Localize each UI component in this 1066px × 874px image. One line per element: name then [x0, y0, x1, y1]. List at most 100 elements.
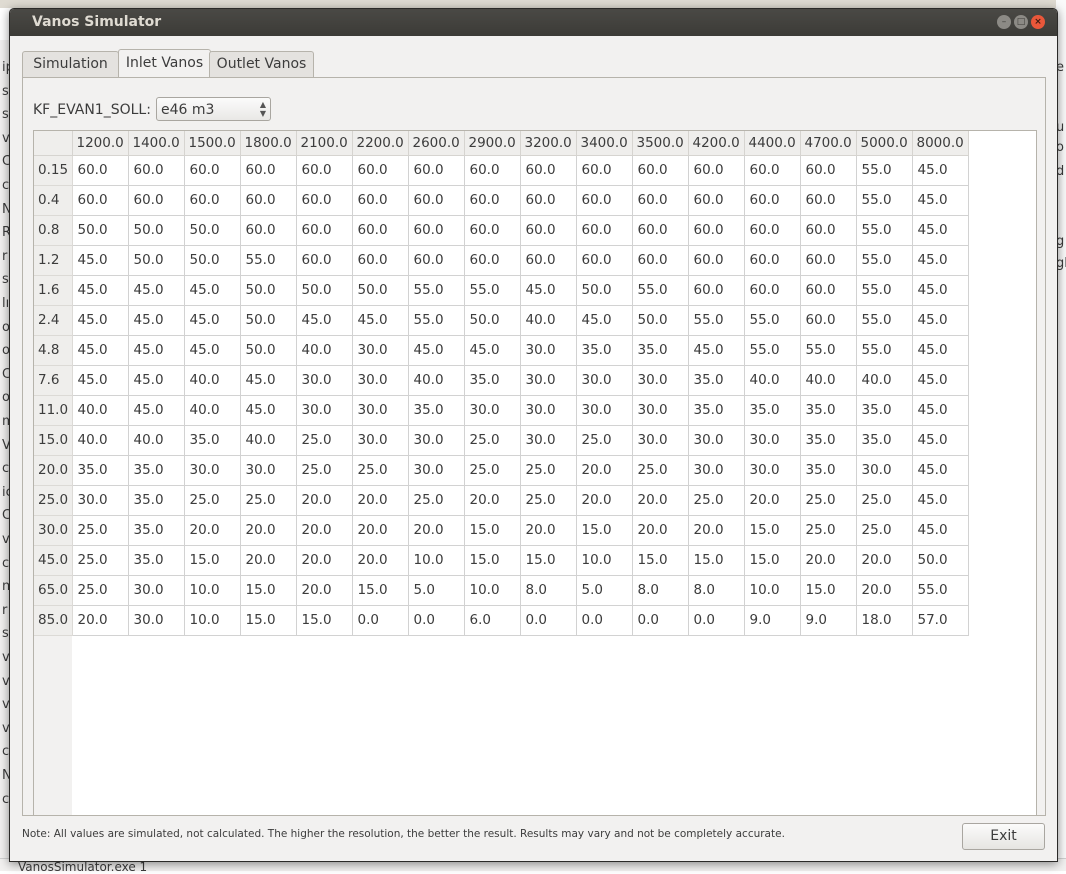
table-cell[interactable]: 20.0 — [183, 514, 241, 546]
table-cell[interactable]: 40.0 — [743, 364, 801, 396]
table-cell[interactable]: 60.0 — [463, 184, 521, 216]
table-cell[interactable]: 30.0 — [127, 574, 185, 606]
table-cell[interactable]: 60.0 — [295, 184, 353, 216]
table-cell[interactable]: 30.0 — [631, 364, 689, 396]
table-cell[interactable]: 45.0 — [687, 334, 745, 366]
close-icon[interactable]: × — [1031, 15, 1045, 29]
table-cell[interactable]: 45.0 — [911, 184, 969, 216]
table-cell[interactable]: 25.0 — [295, 424, 353, 456]
minimize-icon[interactable]: – — [997, 15, 1011, 29]
table-cell[interactable]: 60.0 — [127, 154, 185, 186]
table-cell[interactable]: 55.0 — [855, 274, 913, 306]
table-cell[interactable]: 25.0 — [855, 514, 913, 546]
corner-button[interactable] — [34, 131, 73, 156]
column-header[interactable]: 2100.0 — [295, 131, 353, 156]
table-cell[interactable]: 55.0 — [631, 274, 689, 306]
table-cell[interactable]: 45.0 — [127, 334, 185, 366]
table-cell[interactable]: 35.0 — [743, 394, 801, 426]
maximize-icon[interactable]: □ — [1014, 15, 1028, 29]
table-cell[interactable]: 50.0 — [575, 274, 633, 306]
row-header[interactable]: 1.6 — [34, 274, 73, 306]
table-cell[interactable]: 30.0 — [519, 394, 577, 426]
table-cell[interactable]: 35.0 — [183, 424, 241, 456]
table-cell[interactable]: 15.0 — [295, 604, 353, 636]
table-cell[interactable]: 60.0 — [351, 244, 409, 276]
table-cell[interactable]: 60.0 — [799, 244, 857, 276]
row-header[interactable]: 1.2 — [34, 244, 73, 276]
column-header[interactable]: 4200.0 — [687, 131, 745, 156]
table-cell[interactable]: 35.0 — [407, 394, 465, 426]
table-cell[interactable]: 18.0 — [855, 604, 913, 636]
column-header[interactable]: 1500.0 — [183, 131, 241, 156]
table-cell[interactable]: 20.0 — [575, 484, 633, 516]
table-cell[interactable]: 25.0 — [239, 484, 297, 516]
table-cell[interactable]: 25.0 — [799, 484, 857, 516]
table-cell[interactable]: 60.0 — [407, 214, 465, 246]
table-cell[interactable]: 25.0 — [575, 424, 633, 456]
table-cell[interactable]: 20.0 — [295, 574, 353, 606]
table-cell[interactable]: 60.0 — [687, 154, 745, 186]
table-cell[interactable]: 0.0 — [519, 604, 577, 636]
table-cell[interactable]: 45.0 — [911, 454, 969, 486]
row-header[interactable]: 2.4 — [34, 304, 73, 336]
table-cell[interactable]: 45.0 — [183, 334, 241, 366]
table-cell[interactable]: 60.0 — [575, 184, 633, 216]
table-cell[interactable]: 60.0 — [183, 154, 241, 186]
table-cell[interactable]: 15.0 — [463, 514, 521, 546]
row-header[interactable]: 0.4 — [34, 184, 73, 216]
table-cell[interactable]: 45.0 — [575, 304, 633, 336]
table-cell[interactable]: 45.0 — [239, 394, 297, 426]
table-cell[interactable]: 60.0 — [743, 274, 801, 306]
table-cell[interactable]: 30.0 — [631, 394, 689, 426]
table-cell[interactable]: 50.0 — [127, 244, 185, 276]
table-cell[interactable]: 30.0 — [575, 364, 633, 396]
table-cell[interactable]: 20.0 — [687, 514, 745, 546]
table-cell[interactable]: 50.0 — [127, 214, 185, 246]
table-cell[interactable]: 40.0 — [183, 394, 241, 426]
table-cell[interactable]: 35.0 — [687, 364, 745, 396]
table-cell[interactable]: 30.0 — [295, 394, 353, 426]
table-cell[interactable]: 50.0 — [911, 544, 969, 576]
table-cell[interactable]: 20.0 — [631, 514, 689, 546]
table-cell[interactable]: 30.0 — [71, 484, 129, 516]
column-header[interactable]: 1200.0 — [71, 131, 129, 156]
table-cell[interactable]: 25.0 — [351, 454, 409, 486]
map-selector-combo[interactable]: e46 m3 ▲ ▼ — [156, 97, 271, 121]
table-cell[interactable]: 55.0 — [799, 334, 857, 366]
table-cell[interactable]: 50.0 — [183, 214, 241, 246]
table-cell[interactable]: 55.0 — [743, 304, 801, 336]
table-cell[interactable]: 30.0 — [351, 364, 409, 396]
table-cell[interactable]: 45.0 — [183, 304, 241, 336]
table-cell[interactable]: 60.0 — [631, 214, 689, 246]
table-cell[interactable]: 8.0 — [519, 574, 577, 606]
row-header[interactable]: 7.6 — [34, 364, 73, 396]
table-cell[interactable]: 35.0 — [127, 514, 185, 546]
table-cell[interactable]: 20.0 — [631, 484, 689, 516]
table-cell[interactable]: 45.0 — [911, 214, 969, 246]
table-cell[interactable]: 60.0 — [799, 184, 857, 216]
table-cell[interactable]: 35.0 — [855, 424, 913, 456]
table-cell[interactable]: 10.0 — [407, 544, 465, 576]
table-cell[interactable]: 15.0 — [799, 574, 857, 606]
column-header[interactable]: 5000.0 — [855, 131, 913, 156]
table-cell[interactable]: 50.0 — [463, 304, 521, 336]
table-cell[interactable]: 35.0 — [799, 424, 857, 456]
table-cell[interactable]: 40.0 — [855, 364, 913, 396]
table-cell[interactable]: 20.0 — [855, 574, 913, 606]
table-cell[interactable]: 45.0 — [71, 304, 129, 336]
table-cell[interactable]: 40.0 — [183, 364, 241, 396]
table-cell[interactable]: 50.0 — [183, 244, 241, 276]
table-cell[interactable]: 50.0 — [239, 304, 297, 336]
table-cell[interactable]: 10.0 — [743, 574, 801, 606]
column-header[interactable]: 2200.0 — [351, 131, 409, 156]
table-cell[interactable]: 30.0 — [519, 424, 577, 456]
table-cell[interactable]: 25.0 — [183, 484, 241, 516]
table-cell[interactable]: 35.0 — [127, 544, 185, 576]
table-cell[interactable]: 60.0 — [351, 154, 409, 186]
column-header[interactable]: 4400.0 — [743, 131, 801, 156]
table-cell[interactable]: 10.0 — [183, 574, 241, 606]
table-cell[interactable]: 35.0 — [799, 454, 857, 486]
table-cell[interactable]: 35.0 — [575, 334, 633, 366]
table-cell[interactable]: 30.0 — [407, 454, 465, 486]
table-cell[interactable]: 25.0 — [71, 574, 129, 606]
